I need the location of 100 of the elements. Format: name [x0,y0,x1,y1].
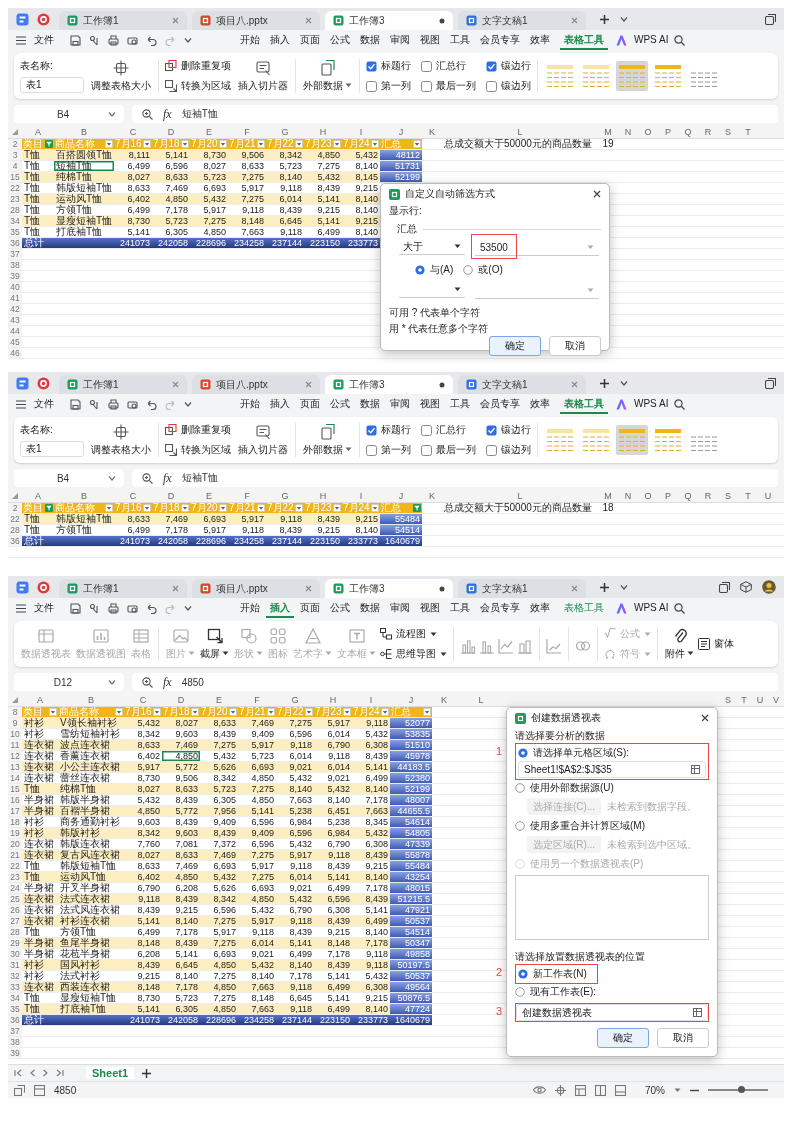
checkbox[interactable] [486,444,497,456]
menu-tab[interactable]: 数据 [356,30,384,50]
checkbox[interactable] [486,80,497,92]
column-letter[interactable]: C [124,694,162,706]
checkbox[interactable] [421,424,432,436]
column-letter[interactable]: E [190,490,228,502]
column-letter[interactable]: A [22,490,54,502]
tab[interactable]: 项目八.pptx [192,11,320,30]
name-box[interactable]: B4 [14,105,124,123]
column-letter[interactable]: H [304,126,342,138]
dropdown-icon[interactable] [333,504,341,512]
menu-tab[interactable]: 审阅 [386,30,414,50]
column-letter[interactable]: C [114,126,152,138]
menu-tab[interactable]: 审阅 [386,598,414,618]
dropdown-icon[interactable] [105,504,113,512]
tab[interactable]: 项目八.pptx [192,375,320,394]
row-number[interactable]: 33 [8,982,22,992]
row-number[interactable]: 39 [8,1048,22,1058]
row-number[interactable]: 23 [8,194,22,204]
row-number[interactable]: 25 [8,894,22,904]
menu-tab[interactable]: 表格工具 [560,394,608,414]
row-number[interactable]: 26 [8,905,22,915]
dropdown-icon[interactable] [105,140,113,148]
resize-table-button[interactable]: 调整表格大小 [90,58,152,94]
column-letter[interactable]: L [456,694,506,706]
chevron-down-icon[interactable] [184,401,192,407]
row-number[interactable]: 43 [8,315,22,325]
tab[interactable]: 工作簿1 [59,11,187,30]
column-letter[interactable]: F [228,490,266,502]
row-number[interactable]: 21 [8,850,22,860]
search-icon[interactable] [674,398,686,410]
dropdown-icon[interactable] [267,708,275,716]
restore-icon[interactable] [765,13,776,25]
formula-field[interactable]: fx 短袖T恤 [132,105,778,123]
radio-button[interactable] [515,987,525,997]
menu-button[interactable]: 文件 [30,394,58,414]
app-icon[interactable] [16,376,29,390]
column-letter[interactable]: L [442,490,598,502]
close-icon[interactable] [593,190,601,198]
logo-icon[interactable] [37,580,50,594]
row-number[interactable]: 22 [8,861,22,871]
column-letter[interactable]: N [618,126,638,138]
row-number[interactable]: 34 [8,993,22,1003]
dropdown-icon[interactable] [219,504,227,512]
column-letter[interactable]: K [432,694,456,706]
zoom-icon[interactable] [142,472,153,484]
filter-icon[interactable] [45,504,53,512]
dropdown-icon[interactable] [229,708,237,716]
dropdown-icon[interactable] [371,504,379,512]
save-icon[interactable] [70,34,81,46]
row-number[interactable]: 32 [8,971,22,981]
dropdown-icon[interactable] [257,140,265,148]
ai-button[interactable]: WPS AI [630,600,673,616]
remove-duplicates-button[interactable]: 删除重复项 [165,423,231,437]
row-number[interactable]: 15 [8,784,22,794]
menu-tab[interactable]: 会员专享 [476,598,524,618]
row-number[interactable]: 28 [8,205,22,215]
undo-icon[interactable] [146,602,157,614]
cell-icon[interactable] [34,1084,45,1096]
row-number[interactable]: 36 [8,238,22,248]
tab[interactable]: 工作簿3 [325,11,453,30]
column-letter[interactable]: A [22,126,54,138]
restore-icon[interactable] [719,581,730,593]
row-number[interactable]: 29 [8,938,22,948]
row-number[interactable]: 35 [8,227,22,237]
plus-icon[interactable] [599,13,610,25]
name-box[interactable]: D12 [14,673,124,691]
save-icon[interactable] [70,602,81,614]
tab[interactable]: 工作簿1 [59,579,187,598]
column-letter[interactable]: I [352,694,390,706]
chevron-down-icon[interactable] [620,16,628,22]
dropdown-icon[interactable] [381,708,389,716]
checkbox[interactable] [366,444,377,456]
column-letter[interactable]: J [380,126,422,138]
search-icon[interactable] [674,34,686,46]
tab[interactable]: 项目八.pptx [192,579,320,598]
column-letter[interactable]: O [638,126,658,138]
row-number[interactable]: 36 [8,536,22,546]
row-number[interactable]: 37 [8,1026,22,1036]
page-break-icon[interactable] [615,1084,626,1096]
external-data-button[interactable]: 外部数据 [302,422,353,458]
row-number[interactable]: 44 [8,326,22,336]
tab[interactable]: 工作簿3 [325,579,453,598]
print-icon[interactable] [108,34,119,46]
column-letter[interactable]: T [738,490,758,502]
chevron-down-icon[interactable] [184,37,192,43]
row-number[interactable]: 31 [8,960,22,970]
row-number[interactable]: 14 [8,773,22,783]
formula-field[interactable]: fx 4850 [132,673,778,691]
row-number[interactable]: 46 [8,348,22,358]
dot-icon[interactable] [439,381,445,388]
column-letter[interactable]: T [738,126,758,138]
row-number[interactable]: 35 [8,1004,22,1014]
dropdown-icon[interactable] [343,708,351,716]
column-letter[interactable]: F [228,126,266,138]
menu-tab[interactable]: 工具 [446,30,474,50]
menu-tab[interactable]: 页面 [296,598,324,618]
menu-tab[interactable]: 页面 [296,30,324,50]
dropdown-icon[interactable] [413,140,421,148]
column-letter[interactable]: G [266,126,304,138]
